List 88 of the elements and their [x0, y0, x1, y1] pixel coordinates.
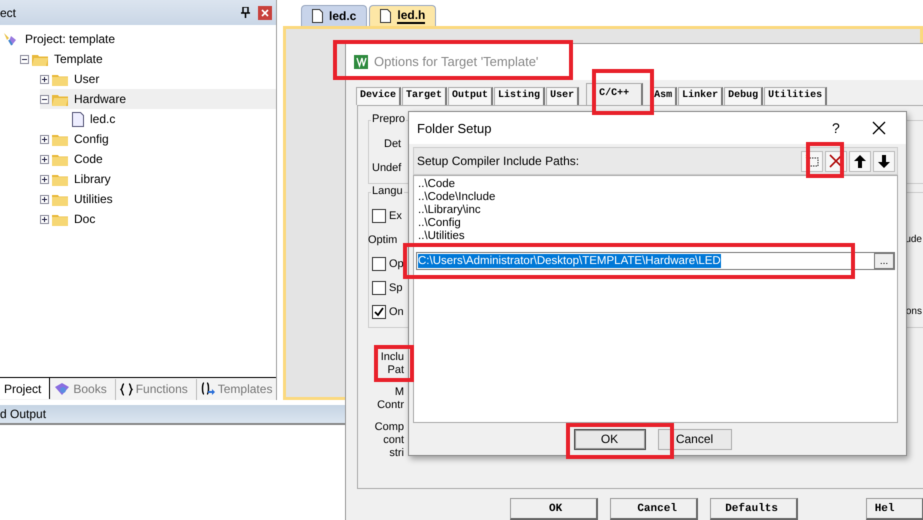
highlight-frame	[806, 142, 844, 178]
dialog-button[interactable]: OK	[574, 428, 646, 450]
collapse-icon[interactable]	[40, 94, 49, 104]
file-tab[interactable]: led.c	[301, 5, 368, 26]
dialog-button[interactable]: Hel	[866, 498, 923, 520]
tree-row[interactable]: Doc	[40, 209, 276, 229]
template-icon	[200, 382, 215, 396]
panel-tab[interactable]: Functions	[116, 378, 197, 400]
panel-tab[interactable]: Project	[0, 378, 50, 399]
help-button[interactable]: ?	[832, 120, 872, 136]
dialog-tab[interactable]: C/C++	[586, 82, 644, 105]
dialog-tab[interactable]: Utilities	[764, 86, 828, 105]
dialog-button[interactable]: OK	[510, 498, 598, 520]
dialog-tab[interactable]: Listing	[494, 86, 546, 105]
field-label: Det	[383, 136, 402, 152]
option-label: Op	[389, 258, 404, 270]
book-icon	[54, 382, 70, 396]
dialog-tab[interactable]: Target	[402, 86, 448, 105]
close-icon[interactable]	[872, 121, 886, 135]
field-label: Comp cont stri	[374, 420, 404, 460]
checkbox[interactable]	[372, 256, 386, 271]
list-item[interactable]: ..\Code\Include	[418, 191, 897, 204]
field-label: Inclu Pat	[380, 350, 404, 377]
option-label: On	[389, 306, 404, 318]
path-input[interactable]: C:\Users\Administrator\Desktop\TEMPLATE\Hardware\LED ...	[416, 252, 895, 270]
list-heading: Setup Compiler Include Paths:	[417, 154, 580, 168]
tree-row[interactable]: Template	[20, 49, 276, 69]
browse-button[interactable]: ...	[874, 253, 894, 269]
checkbox[interactable]	[372, 280, 386, 295]
highlight-frame	[592, 69, 654, 115]
move-up-button[interactable]	[849, 150, 871, 172]
expand-icon[interactable]	[40, 74, 49, 84]
field-label: Optim	[368, 234, 398, 246]
group-title: Langu	[371, 184, 404, 197]
panel-title: d Output	[0, 407, 46, 421]
field-label: M Contr	[377, 386, 404, 412]
checkbox[interactable]	[372, 304, 386, 319]
collapse-icon[interactable]	[20, 54, 29, 64]
panel-title: ect	[0, 6, 16, 20]
tree-row[interactable]: User	[40, 69, 276, 89]
option-label: Sp	[389, 282, 402, 294]
file-icon	[72, 112, 84, 126]
expand-icon[interactable]	[40, 214, 49, 224]
down-arrow-icon	[878, 154, 890, 168]
close-button[interactable]	[258, 6, 272, 20]
dialog-tab[interactable]: Output	[448, 86, 494, 105]
tree-row[interactable]: led.c	[60, 109, 276, 129]
list-item[interactable]: ..\Utilities	[418, 230, 897, 243]
dialog-button[interactable]: Defaults	[710, 498, 798, 520]
panel-tab[interactable]: Books	[50, 378, 116, 400]
tree-row[interactable]: Config	[40, 129, 276, 149]
tree-row[interactable]: Library	[40, 169, 276, 189]
field-label: Undef	[372, 160, 402, 176]
dialog-tab[interactable]: User	[546, 86, 580, 105]
list-item[interactable]: ..\Code	[418, 178, 897, 191]
list-item[interactable]: ..\Library\inc	[418, 204, 897, 217]
dialog-tab[interactable]: Debug	[724, 86, 764, 105]
group-title: Prepro	[371, 112, 406, 125]
selected-tree-row[interactable]: Hardware	[40, 89, 276, 109]
checkbox[interactable]	[372, 208, 386, 223]
dialog-tab[interactable]: Device	[356, 86, 402, 105]
file-icon	[312, 9, 323, 23]
delete-icon	[829, 154, 843, 168]
up-arrow-icon	[854, 154, 866, 168]
move-down-button[interactable]	[873, 150, 895, 172]
file-icon	[380, 9, 392, 23]
tree-row[interactable]: Utilities	[40, 189, 276, 209]
expand-icon[interactable]	[40, 134, 49, 144]
pin-icon[interactable]	[241, 7, 250, 18]
selected-text: C:\Users\Administrator\Desktop\TEMPLATE\Hardware\LED	[418, 254, 721, 268]
option-label: Ex	[389, 210, 402, 222]
highlight-frame	[374, 345, 414, 382]
dialog-button[interactable]: Cancel	[610, 498, 698, 520]
expand-icon[interactable]	[40, 194, 49, 204]
close-icon	[261, 8, 269, 16]
tree-row[interactable]: Project: template	[0, 29, 276, 49]
dialog-title: Folder Setup	[417, 120, 492, 136]
list-item[interactable]: ..\Config	[418, 217, 897, 230]
project-icon	[3, 31, 19, 47]
file-tab[interactable]: led.h	[369, 5, 436, 26]
dialog-title: Options for Target 'Template'	[374, 54, 538, 70]
braces-icon	[120, 382, 133, 396]
dialog-button[interactable]: Cancel	[658, 428, 732, 450]
dialog-tab[interactable]: Linker	[678, 86, 724, 105]
app-logo-icon	[354, 54, 368, 69]
expand-icon[interactable]	[40, 174, 49, 184]
tree-row[interactable]: Code	[40, 149, 276, 169]
expand-icon[interactable]	[40, 154, 49, 164]
